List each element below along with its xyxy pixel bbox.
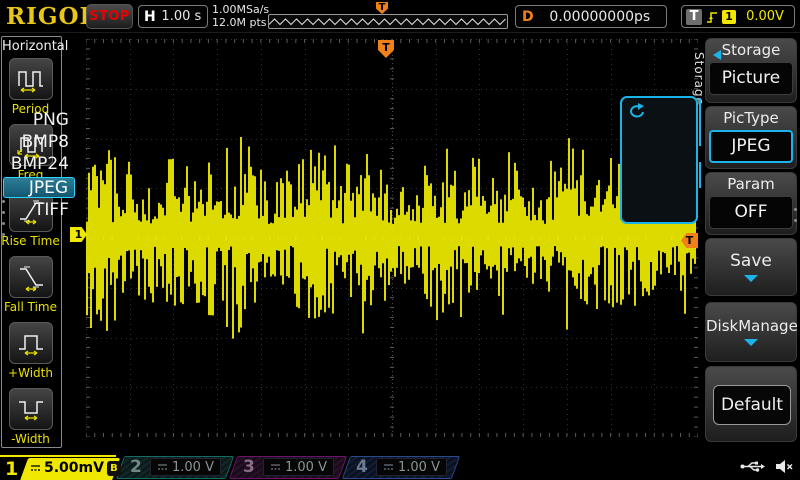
- softkey-label: DiskManage: [706, 317, 796, 335]
- oscilloscope-screen: RIGOL STOP H 1.00 s 1.00MSa/s 12.0M pts …: [0, 0, 800, 480]
- softkey-storage[interactable]: Storage Picture: [705, 38, 797, 103]
- channel-2-status[interactable]: 2 1.00 V: [120, 455, 230, 480]
- popup-item-bmp8[interactable]: BMP8: [3, 132, 75, 153]
- down-arrow-icon: [744, 339, 758, 346]
- rising-edge-icon: [705, 9, 719, 25]
- rotate-knob-icon: [628, 102, 648, 120]
- channel-number: 2: [130, 457, 142, 477]
- channel-status-bar: 1 5.00mV B 2 1.00 V: [0, 455, 800, 480]
- popup-connector-line: [699, 162, 701, 188]
- channel-4-status[interactable]: 4 1.00 V: [346, 455, 456, 480]
- trigger-label: T: [686, 9, 702, 25]
- fall-time-icon: [9, 256, 53, 298]
- speaker-muted-icon: [774, 459, 794, 474]
- measure-item-period[interactable]: Period: [0, 58, 61, 116]
- pos-width-icon: [9, 322, 53, 364]
- channel-scale: 1.00 V: [172, 460, 214, 475]
- page-dot: [2, 222, 5, 225]
- softkey-header: PicType: [706, 107, 796, 130]
- usb-icon: [740, 460, 766, 473]
- timebase-value: 1.00 s: [156, 9, 207, 24]
- dc-coupling-icon: [157, 463, 168, 472]
- softkey-param[interactable]: Param OFF: [705, 172, 797, 235]
- page-dot: [794, 219, 797, 222]
- scope-graticule: [86, 39, 698, 437]
- channel-scale: 5.00mV: [44, 460, 104, 476]
- measure-menu-title: Horizontal: [2, 39, 61, 54]
- popup-item-jpeg[interactable]: JPEG: [3, 177, 75, 198]
- delay-box[interactable]: D 0.00000000ps: [515, 5, 667, 28]
- softkey-diskmanage[interactable]: DiskManage: [705, 302, 797, 362]
- storage-menu: Storage Picture PicType JPEG Param OFF S…: [703, 36, 799, 456]
- waveform-preview-bar[interactable]: [268, 14, 508, 29]
- run-state-badge[interactable]: STOP: [86, 4, 133, 29]
- rigol-logo: RIGOL: [6, 3, 97, 30]
- trigger-box[interactable]: T 1 0.00V: [681, 5, 795, 28]
- top-status-bar: RIGOL STOP H 1.00 s 1.00MSa/s 12.0M pts …: [0, 0, 800, 33]
- popup-item-tiff[interactable]: TIFF: [3, 200, 75, 221]
- channel-number: 1: [5, 458, 18, 480]
- popup-item-png[interactable]: PNG: [3, 110, 75, 131]
- softkey-value-off: OFF: [709, 196, 793, 229]
- delay-value: 0.00000000ps: [534, 9, 666, 25]
- measure-item-neg-width[interactable]: -Width: [0, 388, 61, 446]
- softkey-label: Save: [706, 251, 796, 271]
- softkey-header: Param: [706, 173, 796, 196]
- sample-rate: 1.00MSa/s: [212, 3, 269, 16]
- channel-3-status[interactable]: 3 1.00 V: [233, 455, 343, 480]
- channel-1-status[interactable]: 1 5.00mV B: [0, 455, 116, 480]
- softkey-default-cell[interactable]: Default: [705, 366, 797, 442]
- channel-scale: 1.00 V: [285, 460, 327, 475]
- pictype-popup: [620, 96, 698, 224]
- neg-width-icon: [9, 388, 53, 430]
- dc-coupling-icon: [383, 463, 394, 472]
- down-arrow-icon: [744, 275, 758, 282]
- trigger-level-value: 0.00V: [736, 9, 794, 24]
- popup-connector-line: [699, 98, 701, 146]
- delay-label: D: [522, 9, 534, 25]
- measure-item-label: Rise Time: [0, 234, 61, 248]
- measure-item-label: Fall Time: [0, 300, 61, 314]
- period-icon: [9, 58, 53, 100]
- default-button[interactable]: Default: [713, 385, 791, 425]
- softkey-value-jpeg: JPEG: [709, 130, 793, 163]
- dc-coupling-icon: [30, 464, 41, 473]
- timebase-label: H: [144, 9, 156, 25]
- page-dot: [794, 208, 797, 211]
- trigger-position-mini-marker[interactable]: T: [376, 2, 388, 14]
- channel-number: 4: [356, 457, 368, 477]
- page-dot: [2, 233, 5, 236]
- ch1-ground-marker[interactable]: 1: [70, 227, 87, 242]
- acquisition-info: 1.00MSa/s 12.0M pts: [212, 3, 269, 29]
- memory-depth: 12.0M pts: [212, 16, 269, 29]
- measure-item-pos-width[interactable]: +Width: [0, 322, 61, 380]
- popup-item-bmp24[interactable]: BMP24: [3, 154, 75, 175]
- softkey-value-picture: Picture: [709, 62, 793, 95]
- softkey-save[interactable]: Save: [705, 238, 797, 296]
- dc-coupling-icon: [270, 463, 281, 472]
- preview-waveform: [269, 15, 507, 28]
- bandwidth-badge: B: [107, 461, 121, 476]
- channel-scale: 1.00 V: [398, 460, 440, 475]
- trigger-source-badge: 1: [722, 10, 736, 24]
- measure-item-fall-time[interactable]: Fall Time: [0, 256, 61, 314]
- ch1-waveform: [87, 137, 695, 339]
- channel-number: 3: [243, 457, 255, 477]
- timebase-box[interactable]: H 1.00 s: [138, 5, 208, 28]
- softkey-pictype[interactable]: PicType JPEG: [705, 106, 797, 169]
- measure-item-label: +Width: [0, 366, 61, 380]
- measure-item-label: -Width: [0, 432, 61, 446]
- left-arrow-icon: [713, 50, 721, 60]
